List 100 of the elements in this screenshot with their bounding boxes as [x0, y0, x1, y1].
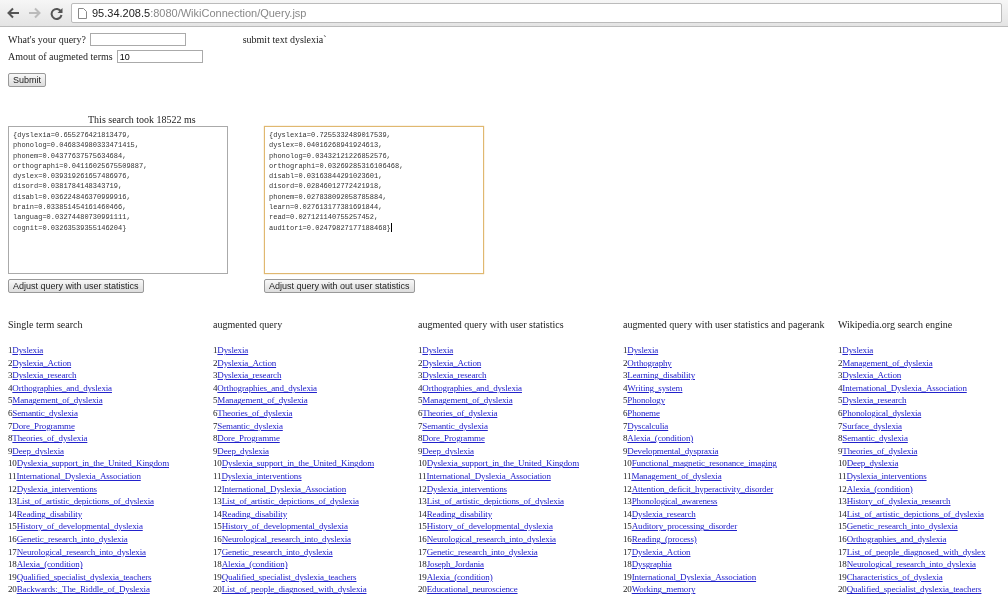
result-link[interactable]: Semantic_dyslexia: [842, 433, 908, 444]
result-link[interactable]: Semantic_dyslexia: [217, 420, 283, 431]
result-link[interactable]: International_Dyslexia_Association: [426, 470, 551, 481]
result-link[interactable]: Dyslexia: [217, 345, 249, 355]
result-link[interactable]: Dore_Programme: [422, 433, 485, 444]
result-link[interactable]: Management_of_dyslexia: [631, 470, 722, 481]
submit-button[interactable]: Submit: [8, 73, 46, 87]
query-field[interactable]: [89, 33, 186, 46]
adjust-button[interactable]: Adjust query with out user statistics: [264, 279, 415, 293]
result-link[interactable]: Functional_magnetic_resonance_imaging: [631, 458, 777, 469]
result-link[interactable]: Dyslexia: [12, 345, 44, 355]
result-link[interactable]: History_of_developmental_dyslexia: [16, 521, 143, 532]
result-link[interactable]: Qualified_specialist_dyslexia_teachers: [846, 584, 982, 595]
result-link[interactable]: Deep_dyslexia: [217, 445, 269, 456]
result-link[interactable]: History_of_developmental_dyslexia: [426, 521, 553, 532]
result-link[interactable]: List_of_people_diagnosed_with_dyslexia: [221, 584, 367, 595]
result-link[interactable]: Theories_of_dyslexia: [422, 407, 498, 418]
result-link[interactable]: Phoneme: [627, 407, 660, 418]
result-link[interactable]: Dyslexia: [422, 345, 454, 355]
result-link[interactable]: Dyslexia_interventions: [426, 483, 507, 494]
result-link[interactable]: List_of_artistic_depictions_of_dyslexia: [426, 496, 564, 507]
result-link[interactable]: Backwards:_The_Riddle_of_Dyslexia: [16, 584, 150, 595]
result-link[interactable]: Neurological_research_into_dyslexia: [846, 559, 976, 570]
result-link[interactable]: Developmental_dyspraxia: [627, 445, 719, 456]
result-link[interactable]: Qualified_specialist_dyslexia_teachers: [16, 571, 152, 582]
result-link[interactable]: Theories_of_dyslexia: [217, 407, 293, 418]
result-link[interactable]: Dyslexia: [627, 345, 659, 355]
result-link[interactable]: Theories_of_dyslexia: [842, 445, 918, 456]
result-link[interactable]: Dore_Programme: [217, 433, 280, 444]
terms-field[interactable]: 10: [116, 50, 203, 63]
result-link[interactable]: Dyslexia_Action: [422, 357, 482, 368]
result-link[interactable]: Neurological_research_into_dyslexia: [221, 533, 351, 544]
result-link[interactable]: Dyslexia_research: [217, 370, 282, 381]
result-link[interactable]: Dysgraphia: [631, 559, 672, 570]
result-link[interactable]: Management_of_dyslexia: [217, 395, 308, 406]
result-link[interactable]: Orthography: [627, 357, 672, 368]
result-link[interactable]: Attention_deficit_hyperactivity_disorder: [631, 483, 774, 494]
result-link[interactable]: List_of_artistic_depictions_of_dyslexia: [846, 508, 984, 519]
result-link[interactable]: Dyslexia_Action: [12, 357, 72, 368]
result-link[interactable]: Management_of_dyslexia: [422, 395, 513, 406]
result-link[interactable]: History_of_dyslexia_research: [846, 496, 951, 507]
result-link[interactable]: History_of_developmental_dyslexia: [221, 521, 348, 532]
reload-icon[interactable]: [50, 6, 63, 20]
result-link[interactable]: Dyslexia_support_in_the_United_Kingdom: [426, 458, 579, 469]
result-link[interactable]: Reading_disability: [16, 508, 82, 519]
result-link[interactable]: Auditory_processing_disorder: [631, 521, 737, 532]
address-field[interactable]: 95.34.208.5:8080/WikiConnection/Query.jsp: [71, 3, 1002, 23]
result-link[interactable]: Deep_dyslexia: [846, 458, 899, 469]
result-link[interactable]: Genetic_research_into_dyslexia: [221, 546, 333, 557]
result-link[interactable]: Genetic_research_into_dyslexia: [426, 546, 538, 557]
result-link[interactable]: Deep_dyslexia: [422, 445, 474, 456]
result-link[interactable]: Semantic_dyslexia: [12, 407, 78, 418]
result-link[interactable]: Dyslexia_research: [631, 508, 696, 519]
result-link[interactable]: Dyslexia_interventions: [16, 483, 97, 494]
result-link[interactable]: Working_memory: [631, 584, 696, 595]
result-link[interactable]: International_Dyslexia_Association: [16, 470, 141, 481]
result-link[interactable]: Neurological_research_into_dyslexia: [16, 546, 146, 557]
result-link[interactable]: Dyslexia_interventions: [221, 470, 302, 481]
result-link[interactable]: Management_of_dyslexia: [12, 395, 103, 406]
result-link[interactable]: Phonological_awareness: [631, 496, 718, 507]
result-link[interactable]: Reading_disability: [221, 508, 287, 519]
result-link[interactable]: Management_of_dyslexia: [842, 357, 933, 368]
result-link[interactable]: Genetic_research_into_dyslexia: [846, 521, 958, 532]
result-link[interactable]: Dyslexia_interventions: [846, 470, 927, 481]
result-link[interactable]: Alexia_(condition): [221, 559, 288, 570]
result-link[interactable]: Alexia_(condition): [16, 559, 83, 570]
result-link[interactable]: Dyslexia_Action: [217, 357, 277, 368]
result-link[interactable]: Reading_disability: [426, 508, 492, 519]
result-link[interactable]: Theories_of_dyslexia: [12, 433, 88, 444]
result-link[interactable]: Orthographies_and_dyslexia: [12, 382, 112, 393]
result-link[interactable]: International_Dyslexia_Association: [221, 483, 347, 494]
result-link[interactable]: International_Dyslexia_Association: [631, 571, 757, 582]
adjust-button[interactable]: Adjust query with user statistics: [8, 279, 144, 293]
result-link[interactable]: Educational_neuroscience: [426, 584, 518, 595]
back-icon[interactable]: [6, 7, 20, 19]
result-link[interactable]: Surface_dyslexia: [842, 420, 902, 431]
result-link[interactable]: Dyslexia_Action: [631, 546, 691, 557]
result-link[interactable]: Dyslexia_research: [12, 370, 77, 381]
result-link[interactable]: Semantic_dyslexia: [422, 420, 488, 431]
result-link[interactable]: Alexia_(condition): [426, 571, 493, 582]
result-link[interactable]: List_of_artistic_depictions_of_dyslexia: [16, 496, 154, 507]
result-link[interactable]: Dyslexia_Action: [842, 370, 902, 381]
result-link[interactable]: List_of_artistic_depictions_of_dyslexia: [221, 496, 359, 507]
result-link[interactable]: Neurological_research_into_dyslexia: [426, 533, 556, 544]
result-link[interactable]: Orthographies_and_dyslexia: [217, 382, 317, 393]
result-link[interactable]: Dyslexia_support_in_the_United_Kingdom: [16, 458, 169, 469]
result-link[interactable]: Characteristics_of_dyslexia: [846, 571, 943, 582]
result-link[interactable]: Reading_(process): [631, 533, 697, 544]
result-link[interactable]: Qualified_specialist_dyslexia_teachers: [221, 571, 357, 582]
result-link[interactable]: Joseph_Jordania: [426, 559, 484, 570]
result-link[interactable]: Phonology: [627, 395, 665, 406]
result-link[interactable]: List_of_people_diagnosed_with_dyslex: [846, 546, 986, 557]
result-link[interactable]: Genetic_research_into_dyslexia: [16, 533, 128, 544]
result-link[interactable]: Dyslexia_research: [422, 370, 487, 381]
result-link[interactable]: Learning_disability: [627, 370, 695, 381]
result-link[interactable]: Alexia_(condition): [627, 433, 694, 444]
result-link[interactable]: Dyscalculia: [627, 420, 669, 431]
result-link[interactable]: Dyslexia: [842, 345, 874, 355]
result-link[interactable]: International_Dyslexia_Association: [842, 382, 967, 393]
result-link[interactable]: Orthographies_and_dyslexia: [846, 533, 947, 544]
